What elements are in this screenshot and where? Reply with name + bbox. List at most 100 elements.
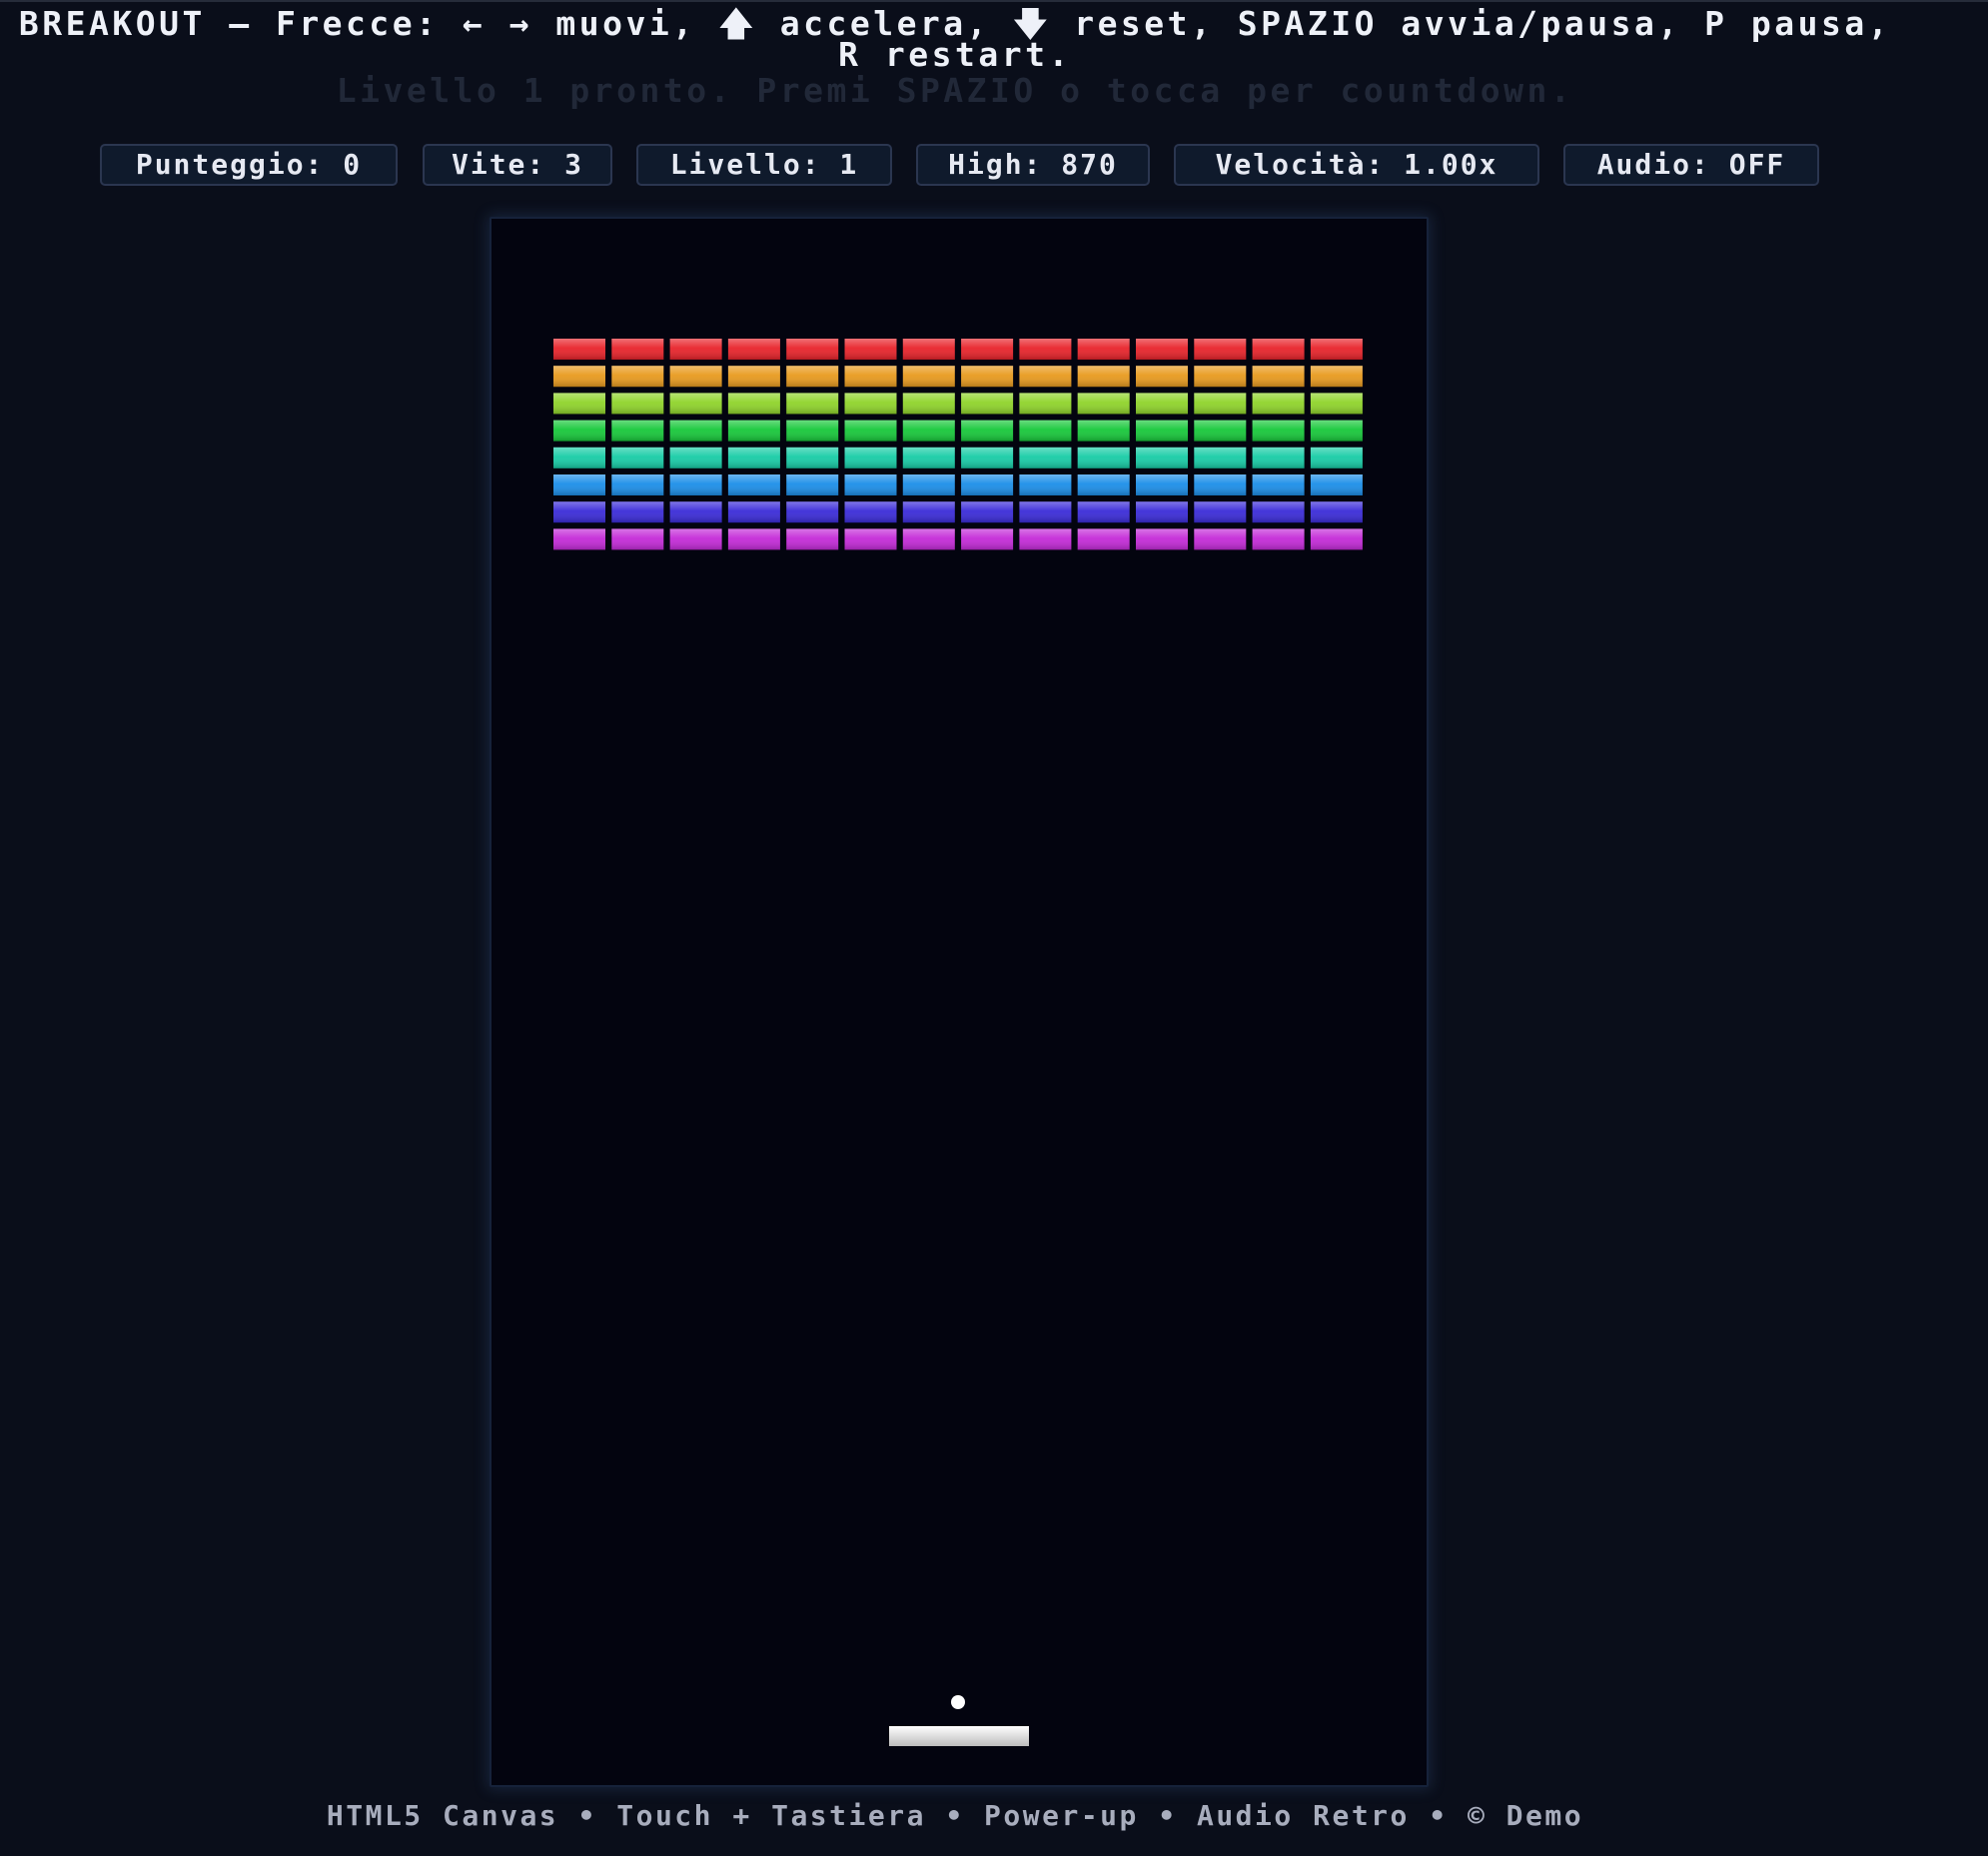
brick-highlight: [553, 474, 605, 495]
brick-highlight: [1136, 393, 1188, 415]
playfield-svg[interactable]: [492, 219, 1427, 1785]
brick-highlight: [786, 366, 839, 388]
brick-highlight: [727, 528, 780, 550]
game-canvas[interactable]: [490, 217, 1429, 1787]
brick-highlight: [669, 420, 722, 442]
brick-highlight: [844, 474, 897, 495]
brick-highlight: [844, 339, 897, 360]
brick-highlight: [727, 420, 780, 442]
brick-highlight: [669, 528, 722, 550]
brick-highlight: [1136, 501, 1188, 523]
brick-highlight: [1252, 474, 1305, 495]
brick-highlight: [902, 393, 955, 415]
brick-highlight: [611, 366, 664, 388]
brick-highlight: [1019, 339, 1072, 360]
brick-highlight: [1019, 501, 1072, 523]
brick-highlight: [902, 501, 955, 523]
brick-highlight: [961, 474, 1014, 495]
brick-highlight: [961, 366, 1014, 388]
brick-highlight: [553, 366, 605, 388]
brick-highlight: [553, 447, 605, 468]
brick-highlight: [1019, 420, 1072, 442]
brick-highlight: [1310, 447, 1363, 468]
brick-highlight: [1194, 339, 1247, 360]
brick-highlight: [961, 339, 1014, 360]
brick-highlight: [1019, 393, 1072, 415]
brick-highlight: [1136, 366, 1188, 388]
brick-highlight: [611, 420, 664, 442]
brick-highlight: [611, 474, 664, 495]
brick-highlight: [669, 393, 722, 415]
brick-highlight: [961, 528, 1014, 550]
audio-toggle[interactable]: Audio: OFF: [1563, 144, 1819, 186]
brick-highlight: [1077, 420, 1130, 442]
brick-highlight: [1252, 528, 1305, 550]
hud-level: Livello: 1: [636, 144, 892, 186]
brick-highlight: [669, 366, 722, 388]
brick-highlight: [611, 528, 664, 550]
brick-highlight: [1310, 420, 1363, 442]
brick-highlight: [727, 474, 780, 495]
brick-highlight: [1077, 366, 1130, 388]
brick-highlight: [786, 528, 839, 550]
brick-highlight: [727, 366, 780, 388]
brick-highlight: [553, 528, 605, 550]
brick-highlight: [1194, 420, 1247, 442]
brick-highlight: [844, 501, 897, 523]
brick-highlight: [611, 447, 664, 468]
brick-highlight: [669, 501, 722, 523]
brick-highlight: [553, 420, 605, 442]
ball: [951, 1695, 965, 1709]
brick-highlight: [1194, 501, 1247, 523]
brick-highlight: [1077, 501, 1130, 523]
brick-highlight: [1194, 528, 1247, 550]
brick-highlight: [611, 393, 664, 415]
brick-highlight: [1136, 339, 1188, 360]
hud-speed: Velocità: 1.00x: [1174, 144, 1539, 186]
brick-highlight: [961, 501, 1014, 523]
brick-highlight: [961, 447, 1014, 468]
brick-highlight: [1136, 474, 1188, 495]
paddle[interactable]: [889, 1726, 1029, 1746]
brick-wall: [553, 339, 1363, 550]
brick-highlight: [1136, 528, 1188, 550]
status-message: Livello 1 pronto. Premi SPAZIO o tocca p…: [336, 71, 1574, 110]
brick-highlight: [902, 366, 955, 388]
brick-highlight: [786, 447, 839, 468]
instructions-header: BREAKOUT — Frecce: ← → muovi, 🡅 accelera…: [18, 4, 1892, 74]
brick-highlight: [786, 474, 839, 495]
brick-highlight: [1136, 420, 1188, 442]
brick-highlight: [669, 339, 722, 360]
brick-highlight: [553, 339, 605, 360]
brick-highlight: [786, 393, 839, 415]
brick-highlight: [844, 528, 897, 550]
brick-highlight: [727, 339, 780, 360]
brick-highlight: [1077, 339, 1130, 360]
brick-highlight: [1252, 501, 1305, 523]
brick-highlight: [1136, 447, 1188, 468]
brick-highlight: [1252, 366, 1305, 388]
brick-highlight: [1019, 474, 1072, 495]
brick-highlight: [1019, 528, 1072, 550]
brick-highlight: [1077, 528, 1130, 550]
brick-highlight: [611, 501, 664, 523]
brick-highlight: [1252, 339, 1305, 360]
brick-highlight: [786, 501, 839, 523]
brick-highlight: [844, 447, 897, 468]
brick-highlight: [1310, 366, 1363, 388]
brick-highlight: [1194, 447, 1247, 468]
brick-highlight: [1310, 339, 1363, 360]
brick-highlight: [1252, 420, 1305, 442]
brick-highlight: [961, 420, 1014, 442]
brick-highlight: [727, 393, 780, 415]
footer-credits: HTML5 Canvas • Touch + Tastiera • Power-…: [326, 1799, 1584, 1832]
brick-highlight: [727, 447, 780, 468]
hud-score: Punteggio: 0: [100, 144, 398, 186]
brick-highlight: [1194, 366, 1247, 388]
brick-highlight: [844, 366, 897, 388]
brick-highlight: [786, 339, 839, 360]
brick-highlight: [1194, 474, 1247, 495]
brick-highlight: [1252, 447, 1305, 468]
brick-highlight: [553, 393, 605, 415]
brick-highlight: [1077, 474, 1130, 495]
